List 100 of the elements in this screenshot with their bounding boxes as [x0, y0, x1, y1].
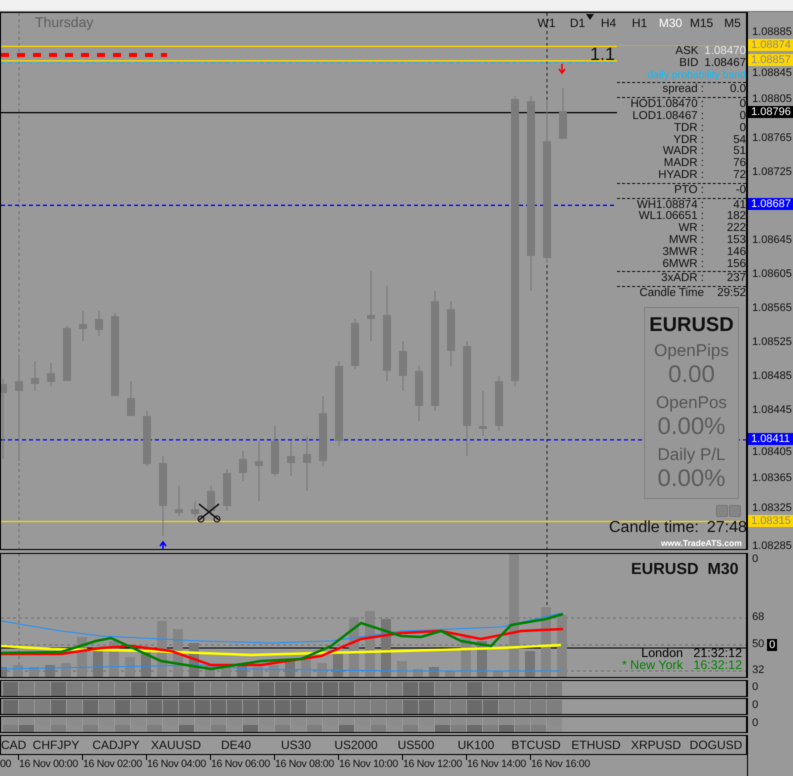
heatmap-cell	[435, 682, 450, 696]
timeframe-tab[interactable]: H1	[624, 15, 655, 31]
symbol-button[interactable]: ETHUSD	[566, 738, 626, 752]
heatmap-cell	[163, 700, 178, 714]
heatmap-cell	[275, 682, 290, 696]
price-axis-label: 1.08445	[752, 404, 792, 416]
heatmap-cell	[387, 682, 402, 696]
heatmap-cell	[3, 718, 18, 732]
stat-value: -0	[734, 184, 746, 197]
time-axis-label: 16 Nov 00:00	[19, 758, 78, 770]
stat-value: 54	[732, 134, 746, 146]
symbol-button[interactable]: US2000	[326, 738, 386, 752]
histogram-bar	[317, 663, 327, 677]
heatmap-cell	[467, 718, 482, 732]
small-square-button[interactable]	[716, 505, 728, 517]
candle	[191, 500, 199, 518]
heatmap-cell	[179, 682, 194, 696]
time-axis-label: 16 Nov 06:00	[211, 758, 270, 770]
candle	[319, 396, 327, 466]
candle	[239, 450, 247, 482]
timeframe-tab[interactable]: W1	[531, 15, 562, 31]
heatmap-cell	[371, 718, 386, 732]
symbol-button[interactable]: DE40	[206, 738, 266, 752]
heatmap-cell	[83, 682, 98, 696]
heatmap-cell	[371, 682, 386, 696]
heatmap-cell	[195, 682, 210, 696]
stat-label: WL1.06651 :	[638, 211, 705, 223]
heatmap-cell	[19, 682, 34, 696]
stat-label: HYADR :	[658, 170, 705, 182]
heatmap-cell	[435, 718, 450, 732]
heatmap-cell	[147, 700, 162, 714]
timeframe-tab[interactable]: M15	[686, 15, 717, 31]
candle-timer-label: Candle time:	[609, 519, 699, 537]
price-axis-label: 1.08885	[752, 26, 792, 38]
heatmap-cell	[323, 700, 338, 714]
stat-value: 0	[738, 110, 746, 123]
heatmap-cell	[467, 682, 482, 696]
stat-value: 0.0	[729, 84, 746, 96]
symbol-button[interactable]: XAUUSD	[146, 738, 206, 752]
stat-label: 3xADR :	[661, 273, 705, 286]
heatmap-cell	[147, 682, 162, 696]
heatmap-cell	[227, 682, 242, 696]
histogram-bar	[253, 667, 263, 677]
symbol-button[interactable]: CAD	[1, 738, 26, 752]
timeframe-tab[interactable]: D1	[562, 15, 593, 31]
symbol-button[interactable]: CADJPY	[86, 738, 146, 752]
heatmap-cell	[67, 682, 82, 696]
stat-label: Candle Time	[639, 288, 705, 300]
time-axis-label: 16 Nov 16:00	[531, 758, 590, 770]
heatmap-cell	[339, 718, 354, 732]
stat-value: 76	[732, 158, 746, 170]
symbol-button[interactable]: BTCUSD	[506, 738, 566, 752]
candle	[271, 426, 279, 476]
symbol-button[interactable]: CHFJPY	[26, 738, 86, 752]
price-axis-label: 1.08485	[752, 370, 792, 382]
time-axis-label: 16 Nov 14:00	[467, 758, 526, 770]
price-axis-label: 1.08365	[752, 472, 792, 484]
candle	[79, 310, 87, 342]
candle	[143, 410, 151, 466]
symbol-button[interactable]: US30	[266, 738, 326, 752]
time-axis-label: 00	[0, 758, 12, 770]
band-label: daily probability band	[647, 70, 746, 82]
indicator-title: EURUSD M30	[631, 561, 739, 579]
heatmap-cell	[195, 700, 210, 714]
symbol-button[interactable]: UK100	[446, 738, 506, 752]
account-value: 0.00%	[657, 413, 726, 441]
heatmap-cell	[83, 718, 98, 732]
account-label: OpenPos	[656, 393, 727, 413]
stat-label: MWR :	[668, 234, 705, 247]
market-clock: * New York 16:32:12	[622, 659, 742, 671]
histogram-bar	[397, 661, 407, 677]
heatmap-cell	[19, 718, 34, 732]
heatmap-cell	[467, 700, 482, 714]
heatmap-cell	[115, 682, 130, 696]
heatmap-cell	[403, 718, 418, 732]
candle	[447, 300, 455, 366]
symbol-button[interactable]: DOGUSD	[686, 738, 746, 752]
candle	[175, 486, 183, 516]
small-square-button[interactable]	[729, 505, 741, 517]
indicator-axis-label: 0	[752, 553, 758, 565]
histogram-bar	[125, 657, 135, 677]
price-axis-label: 1.08605	[752, 268, 792, 280]
symbol-button[interactable]: US500	[386, 738, 446, 752]
price-tag: 1.08411	[748, 432, 793, 445]
heatmap-cell	[115, 718, 130, 732]
account-value: 0.00	[668, 361, 715, 389]
symbol-button[interactable]: XRPUSD	[626, 738, 686, 752]
heatmap-cell	[387, 700, 402, 714]
heatmap-cell	[355, 682, 370, 696]
timeframe-tab[interactable]: M5	[717, 15, 746, 31]
candle	[255, 440, 263, 502]
stat-value: 156	[726, 258, 746, 270]
account-value: 0.00%	[657, 465, 726, 493]
heatmap-cell	[131, 682, 146, 696]
price-axis-label: 1.08565	[752, 302, 792, 314]
heatmap-cell	[147, 718, 162, 732]
heatmap-cell	[451, 682, 466, 696]
timeframe-tab[interactable]: H4	[593, 15, 624, 31]
price-tag: 1.08874	[748, 39, 793, 52]
heatmap-cell	[179, 700, 194, 714]
